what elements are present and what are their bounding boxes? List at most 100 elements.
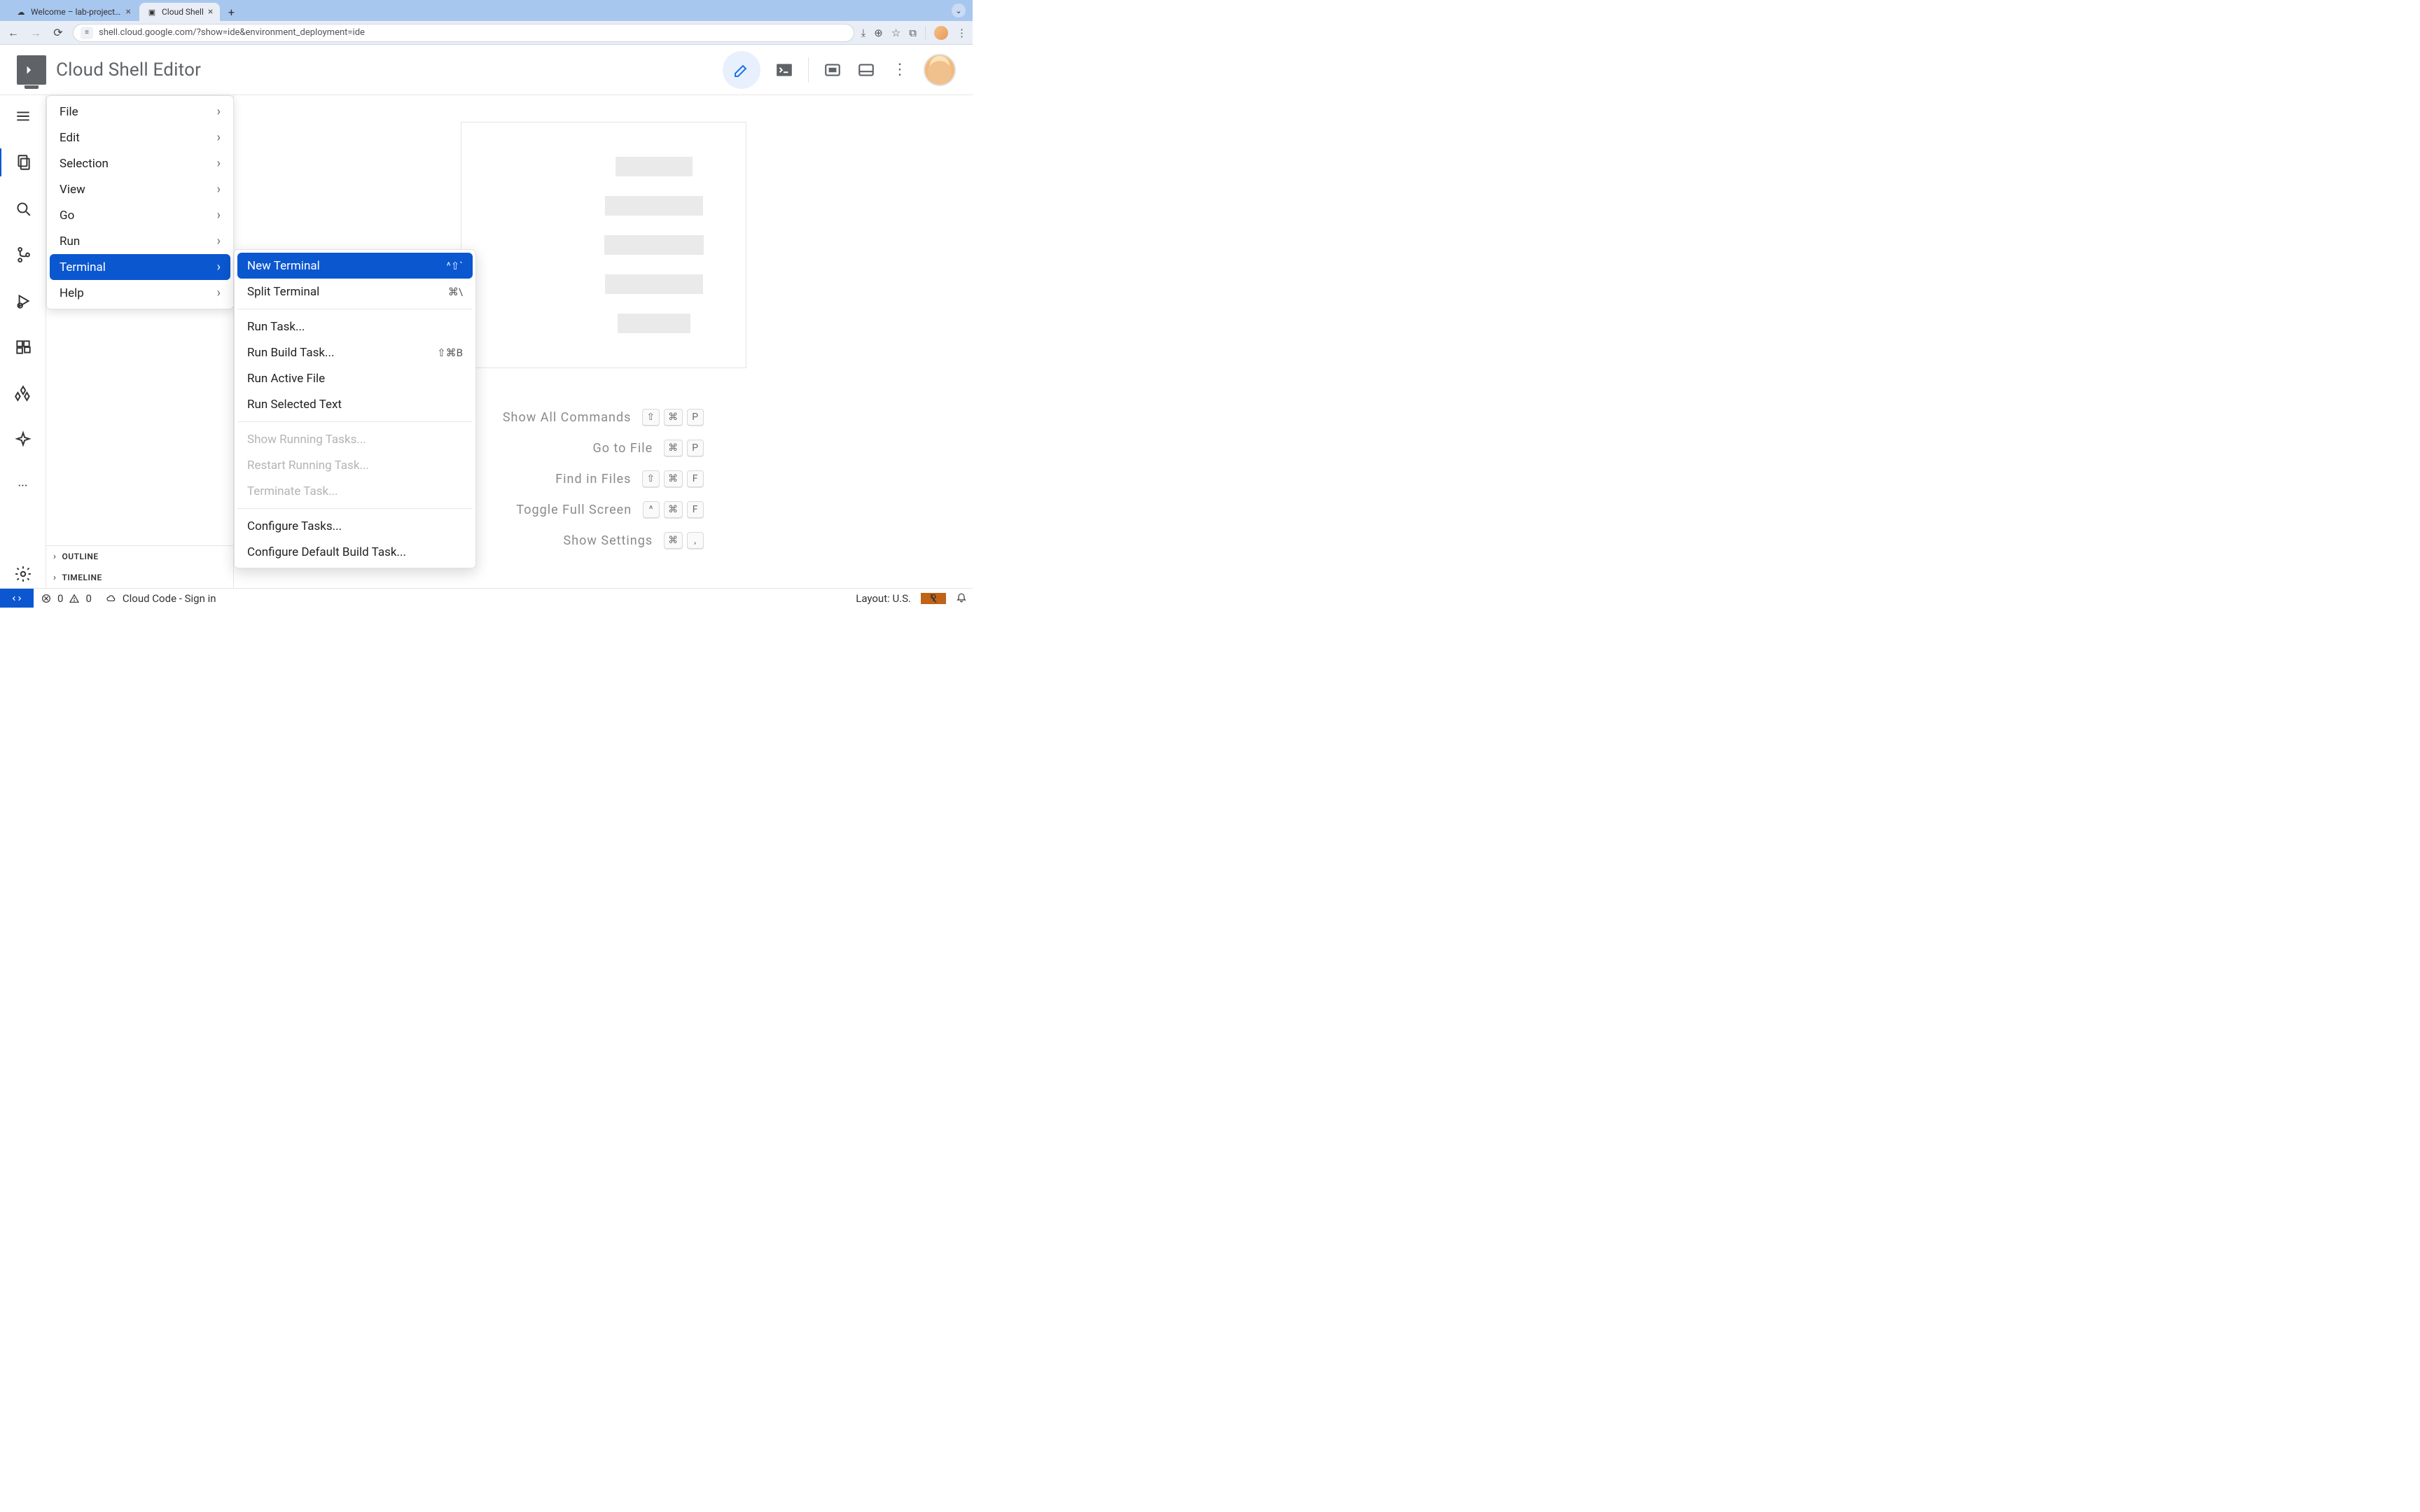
menubar-item-selection[interactable]: Selection›: [50, 150, 230, 176]
app-title: Cloud Shell Editor: [56, 59, 201, 80]
open-terminal-button[interactable]: [774, 60, 794, 80]
cloud-code-icon[interactable]: [9, 379, 37, 407]
zoom-icon[interactable]: ⊕: [874, 27, 883, 39]
menubar-item-edit[interactable]: Edit›: [50, 125, 230, 150]
site-info-icon[interactable]: ≡: [81, 27, 93, 39]
separator: [808, 57, 809, 83]
submenu-item[interactable]: Configure Tasks...: [237, 513, 473, 539]
submenu-item-label: Configure Default Build Task...: [247, 545, 406, 559]
more-menu-button[interactable]: ⋮: [890, 60, 910, 80]
submenu-item[interactable]: Configure Default Build Task...: [237, 539, 473, 565]
user-avatar[interactable]: [924, 54, 956, 86]
menubar-item-view[interactable]: View›: [50, 176, 230, 202]
notifications-button[interactable]: [956, 592, 967, 606]
overflow-icon[interactable]: ···: [9, 472, 37, 500]
open-editor-button[interactable]: [723, 51, 760, 89]
submenu-item[interactable]: Run Build Task...⇧⌘B: [237, 340, 473, 365]
run-debug-icon[interactable]: [9, 287, 37, 315]
menubar-item-label: Selection: [60, 157, 109, 171]
settings-gear-icon[interactable]: [9, 560, 37, 588]
keycap: ,: [687, 532, 704, 549]
nav-back-button[interactable]: ←: [6, 25, 21, 41]
workspace: ··· › OUTLINE › TIMELINE: [0, 95, 973, 588]
keyboard-layout-status[interactable]: Layout: U.S.: [856, 592, 911, 605]
browser-toolbar: ← → ⟳ ≡ shell.cloud.google.com/?show=ide…: [0, 21, 973, 45]
bookmark-icon[interactable]: ☆: [891, 27, 900, 39]
nav-reload-button[interactable]: ⟳: [50, 25, 66, 41]
chevron-right-icon: ›: [217, 104, 221, 119]
cloud-icon: [106, 593, 117, 604]
remote-indicator-button[interactable]: [0, 589, 34, 608]
submenu-item[interactable]: Run Task...: [237, 314, 473, 340]
submenu-item-label: Configure Tasks...: [247, 519, 342, 533]
layout-toggle-button[interactable]: [856, 60, 876, 80]
keycap: ⌘: [664, 532, 683, 549]
extensions-icon[interactable]: ⧉: [909, 27, 917, 39]
chevron-right-icon: ›: [217, 208, 221, 223]
browser-tab-active[interactable]: ▣ Cloud Shell ×: [139, 3, 220, 21]
timeline-label: TIMELINE: [62, 573, 102, 582]
menubar-item-terminal[interactable]: Terminal›: [50, 254, 230, 280]
menubar-item-go[interactable]: Go›: [50, 202, 230, 228]
submenu-item-label: Restart Running Task...: [247, 458, 369, 472]
keycap: F: [687, 501, 704, 518]
menubar-item-help[interactable]: Help›: [50, 280, 230, 306]
submenu-item[interactable]: New Terminal^⇧`: [237, 253, 473, 279]
address-bar[interactable]: ≡ shell.cloud.google.com/?show=ide&envir…: [73, 24, 854, 42]
outline-section-header[interactable]: › OUTLINE: [46, 546, 233, 567]
search-icon[interactable]: [9, 195, 37, 223]
warning-icon: [69, 593, 80, 604]
submenu-item-label: Run Selected Text: [247, 398, 342, 412]
cloud-code-status[interactable]: Cloud Code - Sign in: [99, 592, 223, 605]
menu-separator: [237, 508, 473, 509]
extensions-icon[interactable]: [9, 333, 37, 361]
menu-hamburger-button[interactable]: [9, 102, 37, 130]
open-in-new-window-button[interactable]: [823, 60, 842, 80]
command-hint-row: Toggle Full Screen^⌘F: [503, 501, 704, 518]
ai-sparkle-icon[interactable]: [9, 426, 37, 454]
submenu-item: Restart Running Task...: [237, 452, 473, 478]
menubar-item-label: View: [60, 183, 85, 197]
menubar-item-label: Edit: [60, 131, 80, 145]
keyboard-shortcut: ⌘\: [448, 286, 463, 298]
keycap: P: [687, 409, 704, 426]
submenu-item[interactable]: Run Active File: [237, 365, 473, 391]
close-tab-icon[interactable]: ×: [208, 6, 213, 18]
browser-tab[interactable]: ☁ Welcome – lab-project-id-ex ×: [8, 3, 138, 21]
install-app-icon[interactable]: ⤓: [861, 27, 866, 39]
menu-separator: [237, 421, 473, 422]
favicon-gcp-icon: ☁: [15, 6, 27, 18]
status-accent-button[interactable]: [921, 593, 946, 604]
source-control-icon[interactable]: [9, 241, 37, 269]
new-tab-button[interactable]: +: [221, 3, 241, 21]
hint-keys: ⇧⌘F: [642, 470, 704, 487]
keycap: ^: [643, 501, 660, 518]
separator: [925, 27, 926, 39]
chevron-right-icon: ›: [217, 260, 221, 274]
app-header: Cloud Shell Editor ⋮: [0, 45, 973, 95]
nav-forward-button[interactable]: →: [28, 25, 43, 41]
keycap: ⌘: [664, 440, 683, 456]
submenu-item[interactable]: Run Selected Text: [237, 391, 473, 417]
menubar-item-run[interactable]: Run›: [50, 228, 230, 254]
explorer-icon[interactable]: [9, 148, 37, 176]
browser-profile-avatar[interactable]: [934, 26, 948, 40]
hint-label: Show Settings: [564, 533, 653, 548]
empty-editor-illustration: [461, 122, 746, 368]
close-tab-icon[interactable]: ×: [126, 6, 131, 18]
favicon-shell-icon: ▣: [146, 6, 158, 18]
tab-overflow-button[interactable]: ⌄: [952, 4, 966, 18]
warning-count: 0: [85, 592, 91, 605]
hint-label: Go to File: [592, 441, 653, 456]
browser-menu-icon[interactable]: ⋮: [957, 27, 967, 39]
timeline-section-header[interactable]: › TIMELINE: [46, 567, 233, 588]
hint-label: Toggle Full Screen: [516, 503, 632, 517]
keycap: F: [687, 470, 704, 487]
submenu-item: Show Running Tasks...: [237, 426, 473, 452]
submenu-item: Terminate Task...: [237, 478, 473, 504]
cloud-code-label: Cloud Code - Sign in: [123, 592, 216, 605]
problems-status[interactable]: 0 0: [34, 592, 99, 605]
chevron-right-icon: ›: [217, 286, 221, 300]
menubar-item-file[interactable]: File›: [50, 99, 230, 125]
submenu-item[interactable]: Split Terminal⌘\: [237, 279, 473, 304]
